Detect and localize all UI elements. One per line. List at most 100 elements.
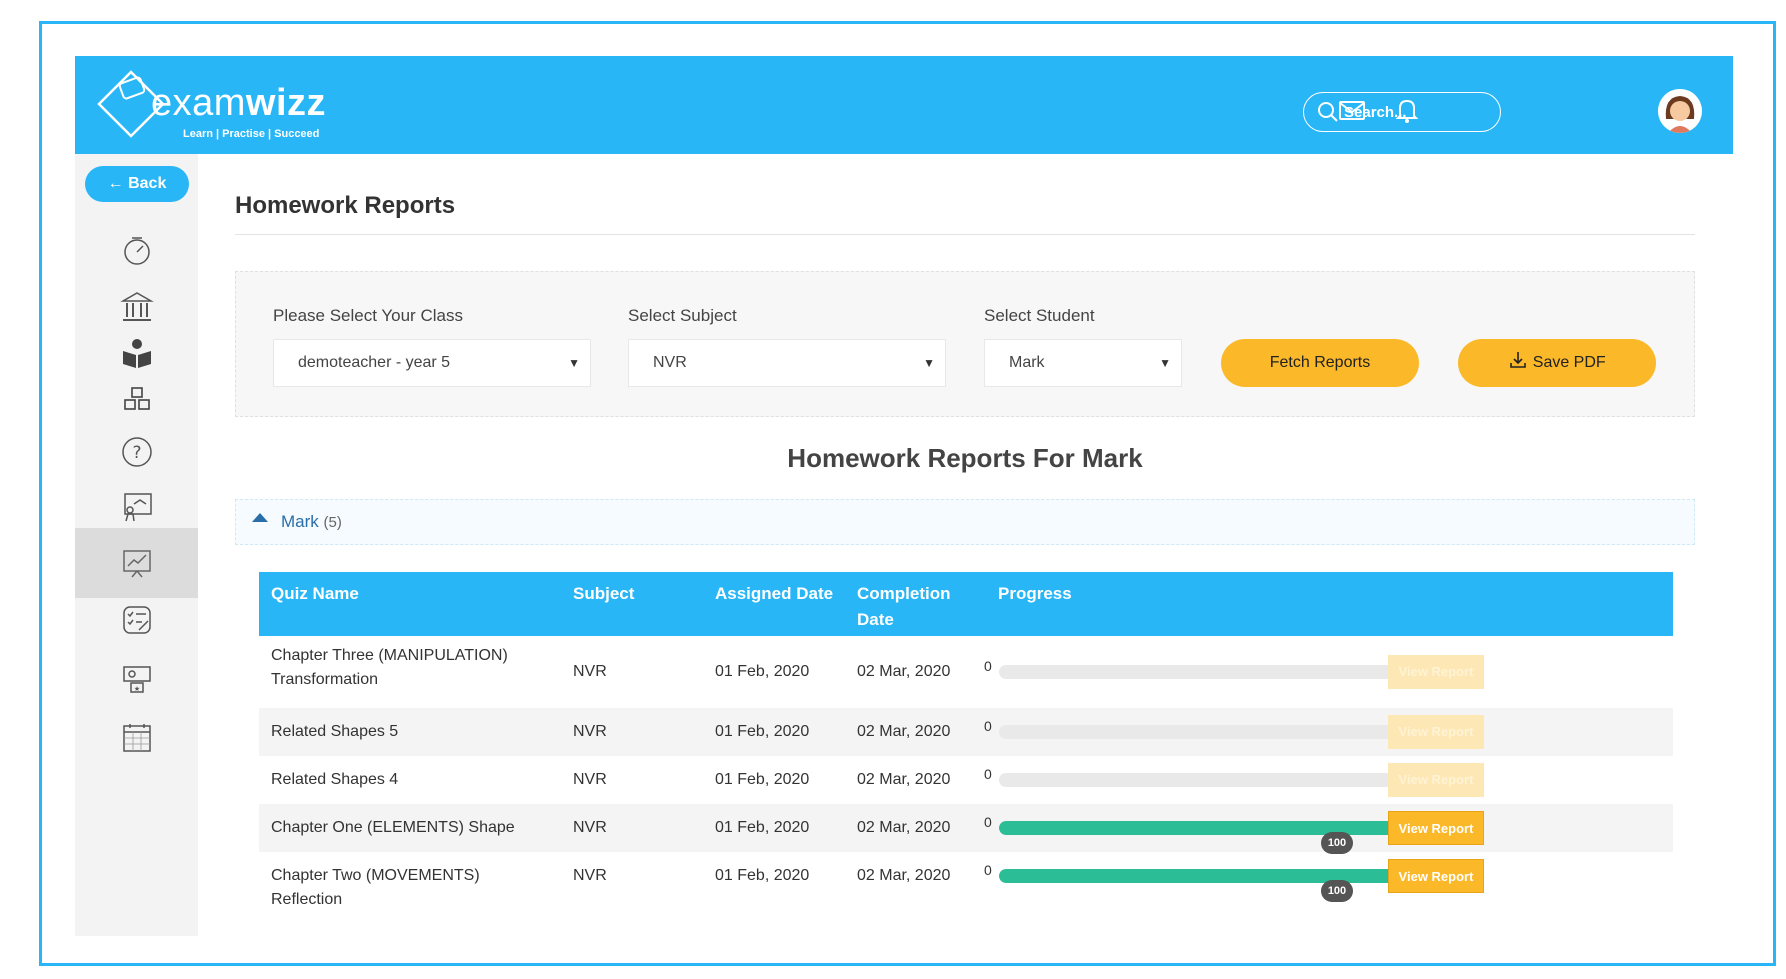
svg-text:★: ★	[133, 685, 139, 693]
collapse-arrow-icon	[252, 513, 268, 522]
question-icon: ?	[121, 437, 152, 467]
speedometer-icon	[123, 237, 150, 265]
sidebar-item-reports[interactable]	[75, 528, 198, 598]
progress-min-label: 0	[984, 658, 992, 674]
svg-text:?: ?	[132, 443, 141, 463]
save-pdf-label: Save PDF	[1532, 354, 1606, 371]
progress-bar	[999, 725, 1405, 739]
assigned-date-cell: 01 Feb, 2020	[715, 663, 810, 680]
sidebar-item-help[interactable]: ?	[75, 424, 198, 480]
subject-cell: NVR	[573, 723, 607, 740]
accordion-student-name: Mark (5)	[281, 512, 342, 531]
assigned-date-cell: 01 Feb, 2020	[715, 771, 810, 788]
reports-table: Quiz Name Subject Assigned Date Completi…	[259, 572, 1673, 908]
filter-panel: Please Select Your Class demoteacher - y…	[235, 271, 1695, 417]
student-label: Select Student	[984, 306, 1095, 325]
sidebar-item-resources[interactable]	[75, 372, 198, 428]
fetch-reports-button[interactable]: Fetch Reports	[1221, 339, 1419, 387]
table-row: Related Shapes 5 NVR 01 Feb, 2020 02 Mar, 2…	[259, 708, 1673, 756]
chart-board-icon	[122, 550, 151, 578]
subject-cell: NVR	[573, 867, 607, 884]
class-select[interactable]: demoteacher - year 5 ▼	[273, 339, 591, 387]
page-title: Homework Reports	[235, 192, 456, 219]
main-content: Homework Reports Please Select Your Clas…	[235, 154, 1705, 936]
checklist-icon	[122, 606, 151, 634]
progress-bar	[999, 773, 1405, 787]
assigned-date-cell: 01 Feb, 2020	[715, 819, 810, 836]
view-report-button[interactable]: View Report	[1388, 811, 1484, 845]
completion-date-cell: 02 Mar, 2020	[857, 663, 951, 680]
accordion-count: (5)	[323, 514, 342, 531]
student-accordion-header[interactable]: Mark (5)	[235, 499, 1695, 545]
completion-date-cell: 02 Mar, 2020	[857, 771, 951, 788]
reader-icon	[122, 339, 151, 368]
mail-button[interactable]	[1336, 94, 1368, 126]
student-select-value: Mark	[1009, 354, 1045, 371]
subject-cell: NVR	[573, 663, 607, 680]
save-pdf-button[interactable]: Save PDF	[1458, 339, 1656, 387]
dropdown-caret-icon: ▼	[923, 356, 935, 370]
subject-cell: NVR	[573, 819, 607, 836]
table-row: Chapter Two (MOVEMENTS) Reflection NVR 01 …	[259, 852, 1673, 908]
mail-icon	[1339, 101, 1365, 120]
student-select[interactable]: Mark ▼	[984, 339, 1182, 387]
subject-select-value: NVR	[653, 354, 687, 371]
user-avatar[interactable]	[1658, 89, 1702, 133]
subject-select[interactable]: NVR ▼	[628, 339, 946, 387]
sidebar-item-tasks[interactable]	[75, 592, 198, 648]
table-row: Chapter One (ELEMENTS) Shape NVR 01 Feb, 2…	[259, 804, 1673, 854]
table-body: Chapter Three (MANIPULATION) Transformat…	[259, 636, 1673, 908]
completion-date-cell: 02 Mar, 2020	[857, 867, 951, 884]
top-bar: examwizz Learn | Practise | Succeed	[75, 56, 1733, 154]
dropdown-caret-icon: ▼	[568, 356, 580, 370]
completion-date-cell: 02 Mar, 2020	[857, 819, 951, 836]
notification-button[interactable]	[1391, 94, 1423, 126]
quiz-name-cell: Chapter Two (MOVEMENTS) Reflection	[271, 867, 480, 908]
progress-min-label: 0	[984, 862, 992, 878]
dropdown-caret-icon: ▼	[1159, 356, 1171, 370]
class-select-value: demoteacher - year 5	[298, 354, 451, 371]
progress-value-badge: 100	[1321, 832, 1353, 854]
col-completion-date: Completion Date	[857, 584, 951, 629]
award-board-icon: ★	[122, 666, 151, 693]
col-assigned-date: Assigned Date	[715, 584, 834, 603]
institution-icon	[119, 292, 154, 321]
progress-min-label: 0	[984, 814, 992, 830]
col-quiz-name: Quiz Name	[271, 584, 359, 603]
sidebar-item-classroom[interactable]	[75, 479, 198, 535]
quiz-name-cell: Related Shapes 5	[271, 723, 399, 740]
assigned-date-cell: 01 Feb, 2020	[715, 723, 810, 740]
sidebar-item-dashboard[interactable]	[75, 222, 198, 278]
col-progress: Progress	[998, 584, 1072, 603]
view-report-button[interactable]: View Report	[1388, 655, 1484, 689]
back-button[interactable]: ← Back	[85, 166, 189, 202]
brand-name: examwizz	[151, 82, 327, 124]
avatar-icon	[1658, 89, 1702, 133]
progress-value-badge: 100	[1321, 880, 1353, 902]
quiz-name-cell: Chapter One (ELEMENTS) Shape	[271, 819, 515, 836]
download-icon	[1510, 352, 1527, 368]
logo[interactable]: examwizz Learn | Practise | Succeed	[91, 62, 326, 146]
completion-date-cell: 02 Mar, 2020	[857, 723, 951, 740]
divider	[235, 234, 1695, 235]
app: examwizz Learn | Practise | Succeed ← Ba…	[75, 56, 1733, 936]
view-report-button[interactable]: View Report	[1388, 859, 1484, 893]
subject-cell: NVR	[573, 771, 607, 788]
quiz-name-cell: Chapter Three (MANIPULATION) Transformat…	[271, 647, 508, 688]
assigned-date-cell: 01 Feb, 2020	[715, 867, 810, 884]
table-row: Chapter Three (MANIPULATION) Transformat…	[259, 636, 1673, 708]
table-row: Related Shapes 4 NVR 01 Feb, 2020 02 Mar, 2…	[259, 756, 1673, 804]
subject-label: Select Subject	[628, 306, 737, 325]
quiz-name-cell: Related Shapes 4	[271, 771, 399, 788]
bell-icon	[1395, 99, 1419, 123]
view-report-button[interactable]: View Report	[1388, 715, 1484, 749]
progress-min-label: 0	[984, 766, 992, 782]
sidebar-item-calendar[interactable]	[75, 710, 198, 766]
cubes-icon	[123, 387, 150, 410]
class-label: Please Select Your Class	[273, 306, 463, 325]
col-subject: Subject	[573, 584, 635, 603]
view-report-button[interactable]: View Report	[1388, 763, 1484, 797]
sidebar-item-awards[interactable]: ★	[75, 650, 198, 706]
sidebar: ← Back ? ★	[75, 154, 198, 936]
progress-bar	[999, 665, 1405, 679]
